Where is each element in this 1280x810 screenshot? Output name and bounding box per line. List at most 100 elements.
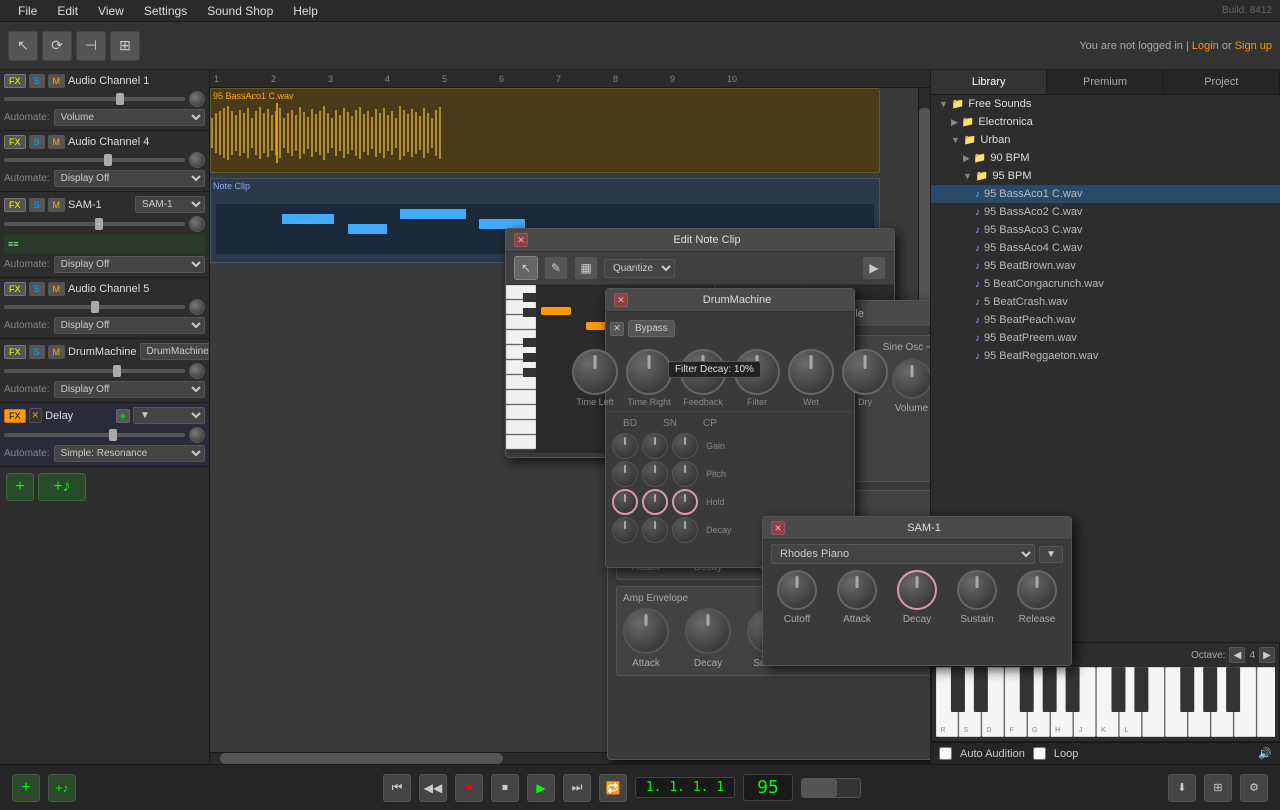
loop-check[interactable] — [1033, 747, 1046, 760]
tool-grid[interactable]: ⊞ — [110, 31, 140, 61]
sam1-fader[interactable] — [4, 222, 185, 226]
lib-electronica[interactable]: ▶ 📁 Electronica — [931, 113, 1280, 131]
lib-file-bassaco1[interactable]: ♪ 95 BassAco1 C.wav — [931, 185, 1280, 203]
transport-add-track[interactable]: + — [12, 774, 40, 802]
signup-link[interactable]: Sign up — [1235, 40, 1272, 52]
delay-automate-select[interactable]: Simple: Resonance Display Off — [54, 445, 205, 462]
drum-machine-header[interactable]: ✕ DrumMachine — [606, 289, 854, 312]
menu-edit[interactable]: Edit — [47, 2, 88, 20]
drum-machine-close[interactable]: ✕ — [614, 293, 628, 307]
transport-back[interactable]: ◀◀ — [419, 774, 447, 802]
tab-project[interactable]: Project — [1164, 70, 1280, 94]
drum-m-btn[interactable]: M — [48, 345, 66, 359]
ch1-m-btn[interactable]: M — [48, 74, 66, 88]
volume-icon[interactable]: 🔊 — [1258, 747, 1272, 760]
sam1-automate-select[interactable]: Display Off Volume — [54, 256, 205, 273]
amp-attack-knob[interactable] — [623, 608, 669, 654]
transport-rewind[interactable]: ⏮ — [383, 774, 411, 802]
ch4-fx-btn[interactable]: FX — [4, 135, 26, 149]
sam1-header[interactable]: ✕ SAM-1 — [763, 517, 1071, 540]
lib-urban[interactable]: ▼ 📁 Urban — [931, 131, 1280, 149]
dm-sn-decay[interactable] — [642, 517, 668, 543]
login-link[interactable]: Login — [1192, 40, 1219, 52]
sam1-attack-knob[interactable] — [837, 570, 877, 610]
drum-fx-btn[interactable]: FX — [4, 345, 26, 359]
lib-90bpm[interactable]: ▶ 📁 90 BPM — [931, 149, 1280, 167]
tool-loop[interactable]: ⟳ — [42, 31, 72, 61]
delay-expand-select[interactable]: ▼ — [133, 407, 205, 424]
master-grid-btn[interactable]: ⊞ — [1204, 774, 1232, 802]
lib-95bpm[interactable]: ▼ 📁 95 BPM — [931, 167, 1280, 185]
drum-fader[interactable] — [4, 369, 185, 373]
dm-dry-knob[interactable] — [842, 349, 888, 395]
dm-inner-close[interactable]: ✕ — [610, 322, 624, 336]
sam1-decay-knob[interactable] — [897, 570, 937, 610]
ch5-pan[interactable] — [189, 299, 205, 315]
enc-tool-grid[interactable]: ▦ — [574, 256, 598, 280]
ch5-m-btn[interactable]: M — [48, 282, 66, 296]
transport-record[interactable]: ⏺ — [455, 774, 483, 802]
ch5-automate-select[interactable]: Display Off Volume — [54, 317, 205, 334]
sam1-cutoff-knob[interactable] — [777, 570, 817, 610]
dm-cp-decay[interactable] — [672, 517, 698, 543]
vkb-octave-down[interactable]: ◀ — [1229, 647, 1245, 663]
dm-time-left-knob[interactable] — [572, 349, 618, 395]
lib-file-bassaco4[interactable]: ♪ 95 BassAco4 C.wav — [931, 239, 1280, 257]
dm-bd-gain[interactable] — [612, 433, 638, 459]
delay-fx-btn[interactable]: FX — [4, 409, 26, 423]
ch5-s-btn[interactable]: S — [29, 282, 45, 296]
sam1-close[interactable]: ✕ — [771, 521, 785, 535]
dm-time-right-knob[interactable] — [626, 349, 672, 395]
sine-volume-knob[interactable] — [892, 359, 931, 399]
ch1-pan[interactable] — [189, 91, 205, 107]
amp-decay-knob[interactable] — [685, 608, 731, 654]
dm-bd-pitch[interactable] — [612, 461, 638, 487]
ch4-fader[interactable] — [4, 158, 185, 162]
delay-pan[interactable] — [189, 427, 205, 443]
ch1-fader[interactable] — [4, 97, 185, 101]
sam1-pan[interactable] — [189, 216, 205, 232]
transport-add-midi[interactable]: +♪ — [48, 774, 76, 802]
menu-settings[interactable]: Settings — [134, 2, 197, 20]
ch5-fx-btn[interactable]: FX — [4, 282, 26, 296]
lib-file-beatconga[interactable]: ♪ 5 BeatCongacrunch.wav — [931, 275, 1280, 293]
lib-file-bassaco2[interactable]: ♪ 95 BassAco2 C.wav — [931, 203, 1280, 221]
sam1-preset-select[interactable]: Rhodes Piano Grand Piano Electric Piano — [771, 544, 1035, 564]
enc-tool-pencil[interactable]: ✎ — [544, 256, 568, 280]
sam1-s-btn[interactable]: S — [29, 198, 45, 212]
sam1-release-knob[interactable] — [1017, 570, 1057, 610]
add-track-btn[interactable]: + — [6, 473, 34, 501]
dm-cp-gain[interactable] — [672, 433, 698, 459]
menu-soundshop[interactable]: Sound Shop — [197, 2, 283, 20]
menu-view[interactable]: View — [88, 2, 134, 20]
master-down-btn[interactable]: ⬇ — [1168, 774, 1196, 802]
sam1-fx-btn[interactable]: FX — [4, 198, 26, 212]
lib-file-beatpreem[interactable]: ♪ 95 BeatPreem.wav — [931, 329, 1280, 347]
delay-fader[interactable] — [4, 433, 185, 437]
enc-tool-select[interactable]: ↖ — [514, 256, 538, 280]
ch5-fader[interactable] — [4, 305, 185, 309]
bpm-bar[interactable] — [801, 778, 861, 798]
add-track-midi-btn[interactable]: +♪ — [38, 473, 86, 501]
drum-instrument-select[interactable]: DrumMachine — [140, 343, 211, 360]
auto-audition-check[interactable] — [939, 747, 952, 760]
enc-play-btn[interactable]: ▶ — [862, 256, 886, 280]
ch1-s-btn[interactable]: S — [29, 74, 45, 88]
transport-loop[interactable]: 🔁 — [599, 774, 627, 802]
enc-quantize-select[interactable]: Quantize 1/4 1/8 1/16 — [604, 259, 675, 278]
dm-sn-hold[interactable] — [642, 489, 668, 515]
vkb-octave-up[interactable]: ▶ — [1259, 647, 1275, 663]
transport-play[interactable]: ▶ — [527, 774, 555, 802]
drum-automate-select[interactable]: Display Off Volume — [54, 381, 205, 398]
lib-file-bassaco3[interactable]: ♪ 95 BassAco3 C.wav — [931, 221, 1280, 239]
drum-pan[interactable] — [189, 363, 205, 379]
lib-file-beatpeach[interactable]: ♪ 95 BeatPeach.wav — [931, 311, 1280, 329]
dm-sn-gain[interactable] — [642, 433, 668, 459]
lib-file-beatbrown[interactable]: ♪ 95 BeatBrown.wav — [931, 257, 1280, 275]
lib-file-beatcrash[interactable]: ♪ 5 BeatCrash.wav — [931, 293, 1280, 311]
vkb-keys[interactable]: R S D F G H J K L — [936, 667, 1275, 737]
ch4-automate-select[interactable]: Display Off Volume — [54, 170, 205, 187]
master-settings-btn[interactable]: ⚙ — [1240, 774, 1268, 802]
dm-wet-knob[interactable] — [788, 349, 834, 395]
lib-file-beatreggaeton[interactable]: ♪ 95 BeatReggaeton.wav — [931, 347, 1280, 365]
